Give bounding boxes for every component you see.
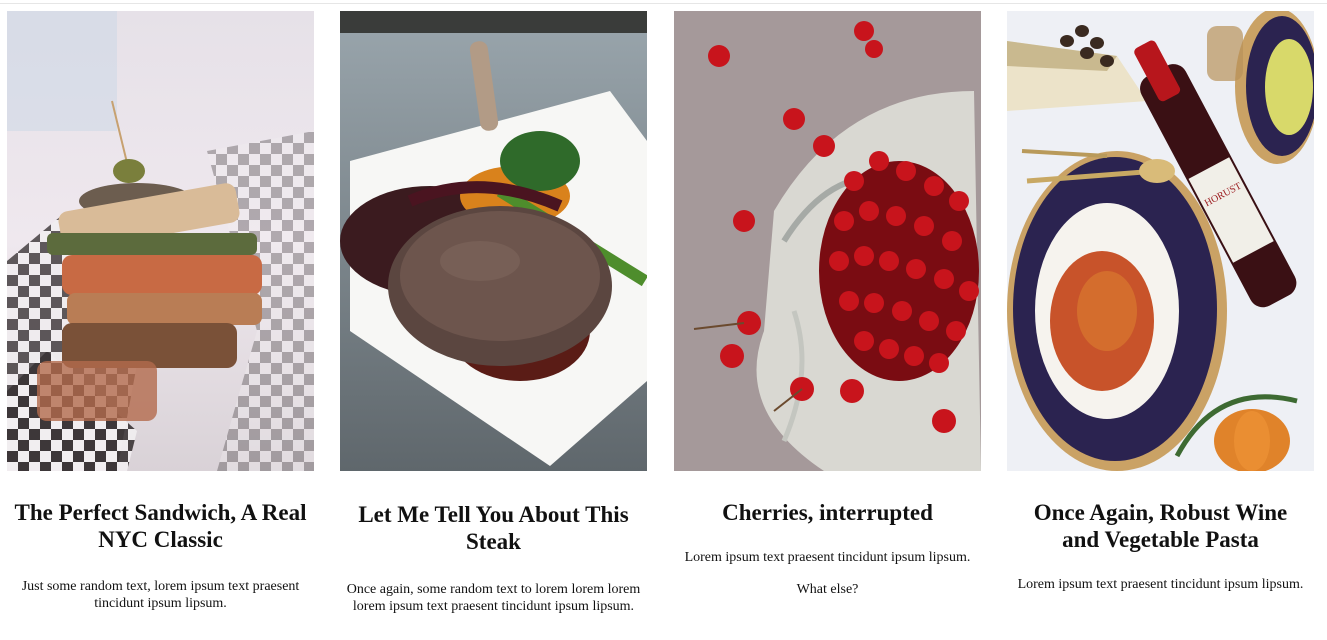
sandwich-photo[interactable] (7, 11, 314, 471)
card-text: Lorem ipsum text praesent tincidunt ipsu… (684, 550, 971, 565)
wine-pasta-photo[interactable]: HORUST (1007, 11, 1314, 471)
card-cherries[interactable]: Cherries, interrupted Lorem ipsum text p… (674, 11, 981, 598)
steak-photo[interactable] (340, 11, 647, 471)
card-title[interactable]: The Perfect Sandwich, A Real NYC Classic (7, 499, 314, 553)
card-sandwich[interactable]: The Perfect Sandwich, A Real NYC Classic… (7, 11, 314, 612)
card-title[interactable]: Cherries, interrupted (674, 499, 981, 526)
card-text: Once again, some random text to lorem lo… (346, 582, 641, 614)
card-text: Just some random text, lorem ipsum text … (21, 579, 300, 611)
card-text: What else? (796, 582, 859, 597)
cherries-photo[interactable] (674, 11, 981, 471)
card-steak[interactable]: Let Me Tell You About This Steak Once ag… (340, 11, 647, 615)
top-divider (0, 3, 1327, 4)
card-title[interactable]: Let Me Tell You About This Steak (340, 501, 647, 555)
card-title[interactable]: Once Again, Robust Wine and Vegetable Pa… (1007, 499, 1314, 553)
card-wine-pasta[interactable]: HORUST Once Again, Robust Wine and Veget… (1007, 11, 1314, 593)
card-text: Lorem ipsum text praesent tincidunt ipsu… (1017, 577, 1304, 592)
